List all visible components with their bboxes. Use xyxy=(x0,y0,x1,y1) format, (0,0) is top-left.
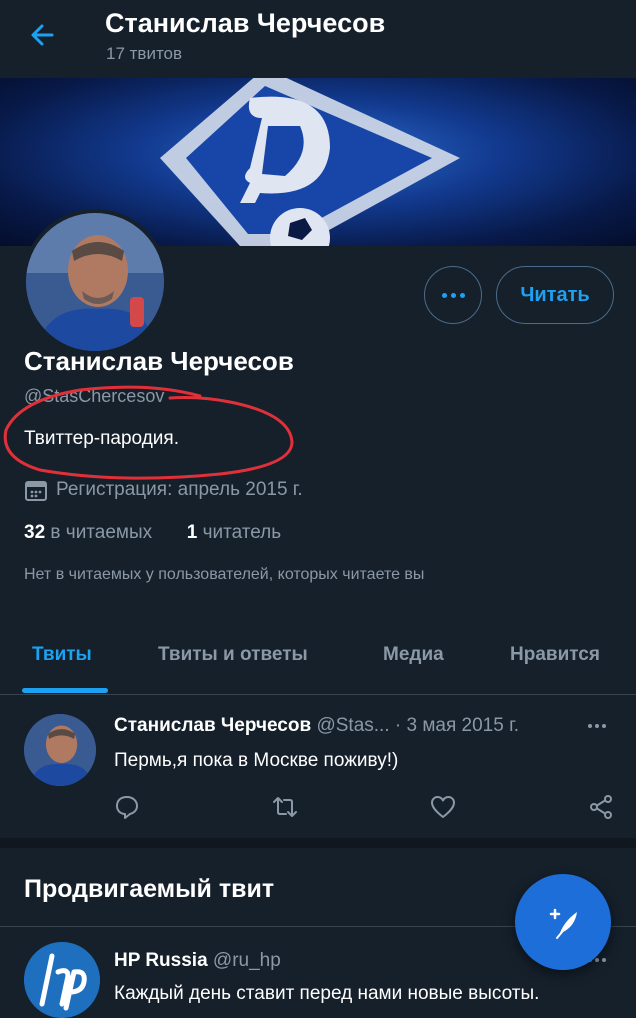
promoted-tweet-text: Каждый день ставит перед нами новые высо… xyxy=(114,983,540,1004)
tweet-text: Пермь,я пока в Москве поживу!) xyxy=(114,750,399,771)
follow-button[interactable]: Читать xyxy=(496,266,614,324)
following-label: в читаемых xyxy=(50,522,153,543)
tab-media[interactable]: Медиа xyxy=(383,644,444,666)
profile-photo-image xyxy=(24,714,96,786)
reply-icon xyxy=(116,796,138,819)
compose-tweet-button[interactable] xyxy=(515,874,611,970)
calendar-icon xyxy=(25,481,47,501)
promoted-section-title: Продвигаемый твит xyxy=(24,875,275,903)
active-tab-indicator xyxy=(22,688,108,693)
tabs-divider xyxy=(0,694,636,695)
back-button[interactable] xyxy=(22,18,66,52)
promoted-tweet-header: HP Russia @ru_hp xyxy=(114,950,281,972)
following-link[interactable]: 32 в читаемых xyxy=(24,522,152,543)
hp-avatar[interactable] xyxy=(24,942,100,1018)
followers-label: читатель xyxy=(202,522,282,543)
promoted-author-handle: @ru_hp xyxy=(212,950,281,971)
join-date-text: Регистрация: апрель 2015 г. xyxy=(56,479,303,500)
like-button[interactable] xyxy=(430,794,456,820)
retweet-icon xyxy=(273,797,297,817)
followers-you-know-note: Нет в читаемых у пользователей, которых … xyxy=(24,566,425,583)
arrow-left-icon xyxy=(31,24,54,46)
follow-stats: 32 в читаемых 1 читатель xyxy=(24,522,281,544)
heart-icon xyxy=(431,796,455,818)
followers-count: 1 xyxy=(186,522,198,543)
tab-tweets-and-replies[interactable]: Твиты и ответы xyxy=(158,644,308,666)
tweet-author-handle: @Stas... xyxy=(316,715,390,736)
header-title: Станислав Черчесов xyxy=(105,8,386,38)
tweet-more-icon[interactable] xyxy=(588,724,606,728)
tweet-author-name[interactable]: Станислав Черчесов xyxy=(114,715,311,736)
section-divider xyxy=(0,838,636,848)
join-date: Регистрация: апрель 2015 г. xyxy=(24,478,303,502)
hp-logo-icon xyxy=(24,942,100,1018)
share-button[interactable] xyxy=(588,794,614,820)
tab-tweets[interactable]: Твиты xyxy=(32,644,92,666)
more-options-button[interactable] xyxy=(424,266,482,324)
following-count: 32 xyxy=(24,522,46,543)
tweet-count: 17 твитов xyxy=(106,44,183,63)
dot-icon xyxy=(459,292,465,298)
tweet-date[interactable]: · 3 мая 2015 г. xyxy=(395,715,519,736)
dot-icon xyxy=(450,292,456,298)
profile-name: Станислав Черчесов xyxy=(24,346,294,376)
red-circle-annotation xyxy=(3,385,294,480)
tweet-author-avatar[interactable] xyxy=(24,714,96,786)
retweet-button[interactable] xyxy=(272,794,298,820)
reply-button[interactable] xyxy=(114,794,140,820)
promoted-author-name[interactable]: HP Russia xyxy=(114,950,208,971)
tweet-header: Станислав Черчесов @Stas... · 3 мая 2015… xyxy=(114,715,519,737)
profile-avatar[interactable] xyxy=(22,209,168,355)
profile-photo-image xyxy=(26,213,164,351)
dot-icon xyxy=(441,292,447,298)
followers-link[interactable]: 1 читатель xyxy=(187,522,281,543)
share-icon xyxy=(590,795,612,819)
compose-feather-icon xyxy=(549,908,577,939)
tab-likes[interactable]: Нравится xyxy=(510,644,600,666)
